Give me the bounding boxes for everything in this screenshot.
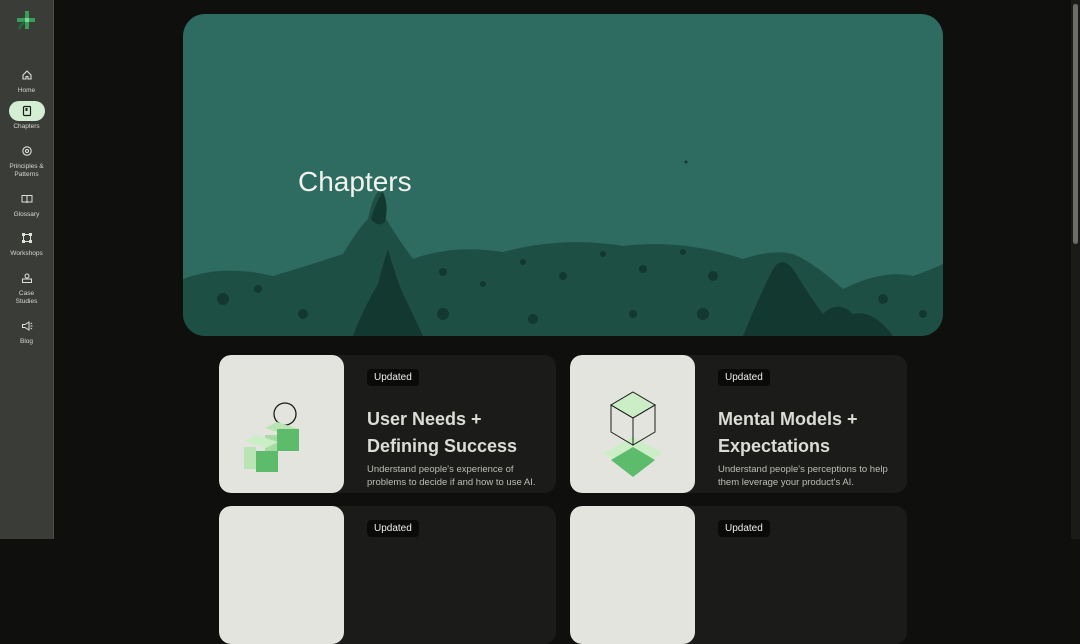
card-thumbnail [219,355,344,493]
nav-item-principles-patterns[interactable]: Principles & Patterns [0,141,53,179]
page-title: Chapters [298,165,412,197]
card-thumbnail [570,355,695,493]
card-description: Understand people's experience of proble… [367,463,536,488]
status-badge: Updated [718,369,770,386]
open-book-icon [9,189,45,209]
texture-illustration [183,160,943,336]
megaphone-icon [9,316,45,336]
nav-item-home[interactable]: Home [0,65,53,95]
card-title[interactable]: Mental Models + Expectations [718,406,898,460]
status-badge: Updated [718,520,770,537]
gear-icon [9,141,45,161]
nav-item-chapters[interactable]: Chapters [0,101,53,131]
nav-label: Home [17,87,36,94]
card-description: Understand people's perceptions to help … [718,463,888,488]
book-icon [8,101,45,121]
home-icon [9,65,45,85]
chapter-card[interactable]: Updated [570,506,907,644]
cube-illustration [603,391,663,477]
nav-label: Chapters [13,123,40,130]
frame-icon [9,228,45,248]
nav-item-blog[interactable]: Blog [0,316,53,346]
sidebar: Home Chapters Principles & Patterns Glos… [0,0,54,539]
card-title[interactable]: User Needs + Defining Success [367,406,547,460]
nav-label: Workshops [10,250,43,257]
logo-icon[interactable] [15,9,39,33]
hero-banner: Chapters [183,14,943,336]
nav-label: Glossary [13,211,40,218]
nav-item-glossary[interactable]: Glossary [0,189,53,219]
scrollbar[interactable] [1071,0,1080,539]
nav-label: Blog [19,338,33,345]
cubes-illustration [244,402,299,472]
status-badge: Updated [367,369,419,386]
chapter-card[interactable]: Updated [219,506,556,644]
nav-label: Principles & Patterns [9,163,44,178]
nav-item-workshops[interactable]: Workshops [0,228,53,258]
chapter-card[interactable]: Updated Mental Models + Expectations Und… [570,355,907,493]
scrollbar-thumb[interactable] [1073,4,1078,244]
status-badge: Updated [367,520,419,537]
case-studies-icon [9,268,45,288]
nav-item-case-studies[interactable]: Case Studies [0,268,53,306]
nav-label: Case Studies [15,290,38,305]
chapter-card[interactable]: Updated User Needs + Defining Success Un… [219,355,556,493]
card-thumbnail [570,506,695,644]
card-thumbnail [219,506,344,644]
